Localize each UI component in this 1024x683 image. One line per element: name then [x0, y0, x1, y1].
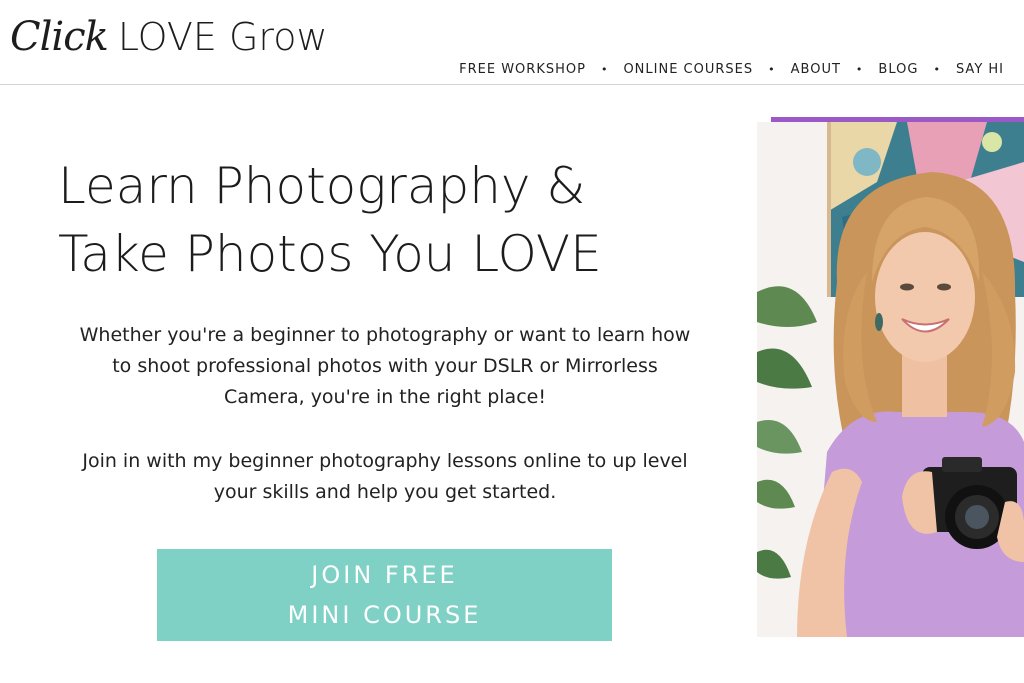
- hero-intro: Whether you're a beginner to photography…: [70, 320, 700, 541]
- logo-script-text: Click: [10, 14, 109, 60]
- site-header: Click LOVE Grow FREE WORKSHOP • ONLINE C…: [0, 0, 1024, 86]
- page: Click LOVE Grow FREE WORKSHOP • ONLINE C…: [0, 0, 1024, 683]
- nav-free-workshop[interactable]: FREE WORKSHOP: [459, 62, 586, 77]
- portrait-illustration: [757, 122, 1024, 637]
- cta-line-1: JOIN FREE: [311, 561, 458, 589]
- logo-main-text: LOVE Grow: [117, 15, 328, 59]
- nav-separator: •: [768, 63, 776, 76]
- intro-paragraph-2: Join in with my beginner photography les…: [82, 450, 688, 503]
- headline-line-1: Learn Photography &: [58, 157, 586, 215]
- site-logo[interactable]: Click LOVE Grow: [10, 14, 328, 64]
- join-mini-course-button[interactable]: JOIN FREE MINI COURSE: [157, 549, 612, 641]
- hero-headline: Learn Photography & Take Photos You LOVE: [58, 152, 718, 288]
- nav-separator: •: [933, 63, 941, 76]
- nav-online-courses[interactable]: ONLINE COURSES: [623, 62, 753, 77]
- hero-portrait-photo: [757, 122, 1024, 637]
- cta-line-2: MINI COURSE: [287, 601, 482, 629]
- headline-line-2: Take Photos You LOVE: [58, 225, 602, 283]
- nav-separator: •: [600, 63, 609, 76]
- nav-blog[interactable]: BLOG: [878, 62, 918, 77]
- main-nav: FREE WORKSHOP • ONLINE COURSES • ABOUT •…: [459, 62, 1004, 77]
- header-divider: [0, 84, 1024, 85]
- nav-separator: •: [855, 63, 864, 76]
- nav-about[interactable]: ABOUT: [791, 62, 841, 77]
- nav-say-hi[interactable]: SAY HI: [956, 62, 1004, 77]
- intro-paragraph-1: Whether you're a beginner to photography…: [79, 324, 691, 408]
